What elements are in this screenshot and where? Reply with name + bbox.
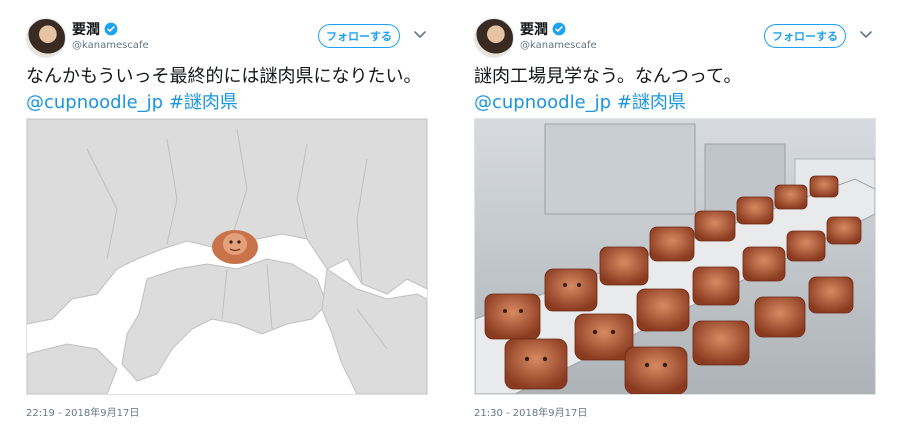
tweet-text: 謎肉工場見学なう。なんつって。 @cupnoodle_jp #謎肉県 <box>474 64 874 116</box>
tweet-timestamp[interactable]: 21:30 - 2018年9月17日 <box>474 404 587 419</box>
tweet-text-body: 謎肉工場見学なう。なんつって。 <box>474 66 742 87</box>
avatar[interactable] <box>26 18 66 58</box>
chevron-down-icon[interactable] <box>860 30 872 40</box>
display-name[interactable]: 要潤 <box>520 19 548 39</box>
avatar[interactable] <box>474 18 514 58</box>
follow-button[interactable]: フォローする <box>764 24 846 48</box>
map-image[interactable] <box>26 118 428 395</box>
hashtag-link[interactable]: #謎肉県 <box>169 92 238 113</box>
handle[interactable]: @kanamescafe <box>520 40 597 51</box>
tweet-card-1: 要潤 @kanamescafe フォローする なんかもういっそ最終的には謎肉県に… <box>0 0 440 428</box>
mention-link[interactable]: @cupnoodle_jp <box>26 92 163 113</box>
tweet-text: なんかもういっそ最終的には謎肉県になりたい。 @cupnoodle_jp #謎肉… <box>26 64 426 116</box>
handle[interactable]: @kanamescafe <box>72 40 149 51</box>
hashtag-link[interactable]: #謎肉県 <box>617 92 686 113</box>
author-name-row[interactable]: 要潤 <box>520 20 566 38</box>
tweet-card-2: 要潤 @kanamescafe フォローする 謎肉工場見学なう。なんつって。 @… <box>448 0 888 428</box>
author-name-row[interactable]: 要潤 <box>72 20 118 38</box>
factory-conveyor-image[interactable] <box>474 118 876 395</box>
tweet-text-body: なんかもういっそ最終的には謎肉県になりたい。 <box>26 66 422 87</box>
factory-graphic <box>475 119 875 394</box>
display-name[interactable]: 要潤 <box>72 19 100 39</box>
verified-badge-icon <box>552 22 566 36</box>
map-graphic <box>27 119 427 394</box>
chevron-down-icon[interactable] <box>414 30 426 40</box>
mention-link[interactable]: @cupnoodle_jp <box>474 92 611 113</box>
verified-badge-icon <box>104 22 118 36</box>
tweet-timestamp[interactable]: 22:19 - 2018年9月17日 <box>26 404 139 419</box>
follow-button[interactable]: フォローする <box>318 24 400 48</box>
